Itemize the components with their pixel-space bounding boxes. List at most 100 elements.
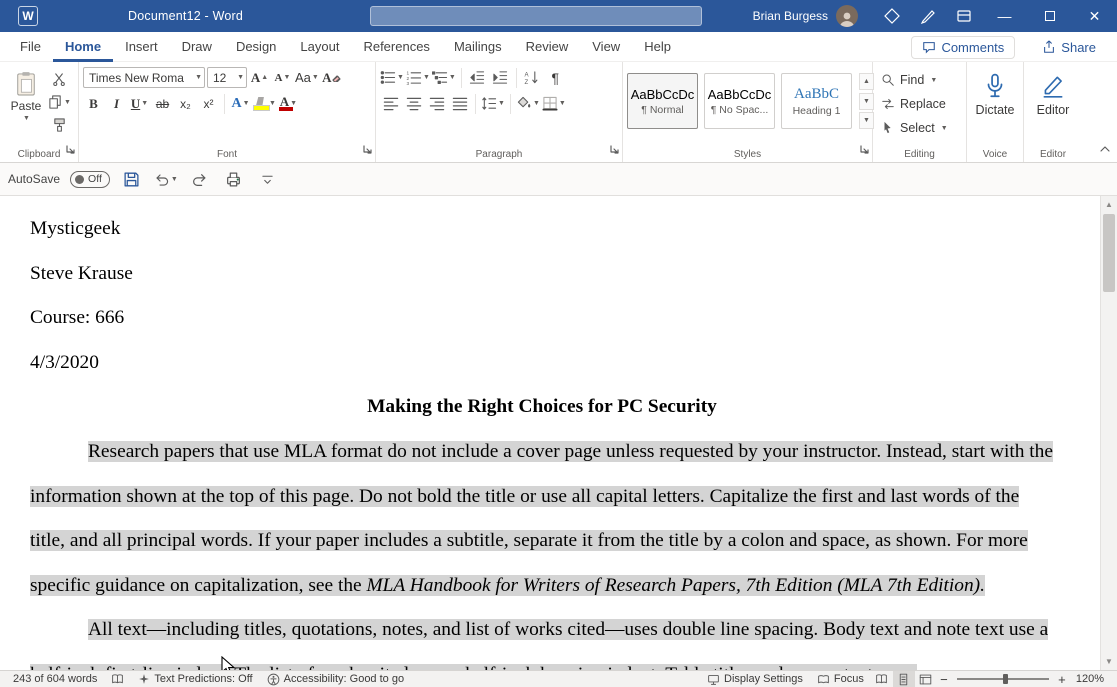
tab-design[interactable]: Design [224, 32, 288, 62]
style-no-spacing[interactable]: AaBbCcDc ¶ No Spac... [704, 73, 775, 129]
accessibility-status[interactable]: Accessibility: Good to go [260, 671, 411, 687]
doc-date-line[interactable]: 4/3/2020 [30, 341, 1054, 386]
numbering-button[interactable]: 123▼ [406, 67, 430, 88]
ribbon-display-options-icon[interactable] [946, 0, 982, 32]
doc-author-line[interactable]: Mysticgeek [30, 207, 1054, 252]
redo-button[interactable] [188, 167, 212, 191]
font-size-combo[interactable]: 12▼ [207, 67, 247, 88]
tab-help[interactable]: Help [632, 32, 683, 62]
tab-references[interactable]: References [351, 32, 441, 62]
font-dialog-launcher[interactable] [363, 141, 372, 159]
comments-button[interactable]: Comments [911, 36, 1015, 59]
zoom-slider-thumb[interactable] [1003, 674, 1008, 684]
paste-button[interactable]: Paste ▼ [4, 67, 48, 139]
show-formatting-marks-button[interactable]: ¶ [545, 67, 566, 88]
doc-paragraph-2[interactable]: All text—including titles, quotations, n… [30, 608, 1054, 670]
tab-review[interactable]: Review [514, 32, 581, 62]
superscript-button[interactable]: x² [198, 93, 219, 114]
account-name[interactable]: Brian Burgess [753, 9, 828, 23]
decrease-indent-button[interactable] [467, 67, 488, 88]
zoom-level[interactable]: 120% [1069, 671, 1111, 687]
strikethrough-button[interactable]: ab [152, 93, 173, 114]
autosave-toggle[interactable]: Off [70, 171, 110, 188]
italic-button[interactable]: I [106, 93, 127, 114]
display-settings-button[interactable]: Display Settings [700, 671, 810, 687]
multilevel-list-button[interactable]: ▼ [432, 67, 456, 88]
collapse-ribbon-button[interactable] [1099, 141, 1111, 159]
tab-view[interactable]: View [580, 32, 632, 62]
line-spacing-button[interactable]: ▼ [481, 93, 505, 114]
sort-button[interactable]: AZ [522, 67, 543, 88]
justify-button[interactable] [449, 93, 470, 114]
align-center-button[interactable] [403, 93, 424, 114]
shrink-font-button[interactable]: A▼ [272, 67, 293, 88]
inking-pen-icon[interactable] [910, 0, 946, 32]
zoom-out-button[interactable]: − [937, 672, 951, 687]
styles-more-button[interactable]: ▼ [859, 112, 874, 129]
text-predictions[interactable]: Text Predictions: Off [131, 671, 259, 687]
customize-qat-button[interactable] [256, 167, 280, 191]
style-heading1[interactable]: AaBbC Heading 1 [781, 73, 852, 129]
cut-button[interactable] [48, 69, 71, 90]
style-normal[interactable]: AaBbCcDc ¶ Normal [627, 73, 698, 129]
change-case-button[interactable]: Aa▼ [295, 67, 319, 88]
styles-scroll-up[interactable]: ▲ [859, 73, 874, 90]
editor-button[interactable]: Editor [1028, 67, 1078, 144]
web-layout-button[interactable] [915, 671, 937, 687]
paragraph-dialog-launcher[interactable] [610, 141, 619, 159]
doc-course-line[interactable]: Course: 666 [30, 296, 1054, 341]
shading-button[interactable]: ▼ [516, 93, 540, 114]
styles-dialog-launcher[interactable] [860, 141, 869, 159]
tab-home[interactable]: Home [53, 32, 113, 62]
read-mode-button[interactable] [871, 671, 893, 687]
font-name-combo[interactable]: Times New Roma▼ [83, 67, 205, 88]
close-button[interactable]: ✕ [1072, 0, 1117, 32]
doc-instructor-line[interactable]: Steve Krause [30, 252, 1054, 297]
bullets-button[interactable]: ▼ [380, 67, 404, 88]
increase-indent-button[interactable] [490, 67, 511, 88]
premium-diamond-icon[interactable] [874, 0, 910, 32]
undo-button[interactable]: ▼ [154, 167, 178, 191]
borders-button[interactable]: ▼ [542, 93, 566, 114]
scrollbar-thumb[interactable] [1103, 214, 1115, 292]
share-button[interactable]: Share [1031, 36, 1107, 59]
maximize-button[interactable] [1027, 0, 1072, 32]
grow-font-button[interactable]: A▲ [249, 67, 270, 88]
save-button[interactable] [120, 167, 144, 191]
select-button[interactable]: Select▼ [877, 117, 952, 139]
align-left-button[interactable] [380, 93, 401, 114]
tab-file[interactable]: File [8, 32, 53, 62]
tab-mailings[interactable]: Mailings [442, 32, 514, 62]
styles-scroll-down[interactable]: ▼ [859, 93, 874, 110]
minimize-button[interactable]: — [982, 0, 1027, 32]
find-button[interactable]: Find▼ [877, 69, 952, 91]
vertical-scrollbar[interactable]: ▲ ▼ [1100, 196, 1117, 670]
text-effects-button[interactable]: A▼ [230, 93, 251, 114]
tab-draw[interactable]: Draw [170, 32, 224, 62]
clear-formatting-button[interactable]: A [321, 67, 342, 88]
bold-button[interactable]: B [83, 93, 104, 114]
doc-title[interactable]: Making the Right Choices for PC Security [30, 385, 1054, 430]
tab-layout[interactable]: Layout [288, 32, 351, 62]
focus-button[interactable]: Focus [810, 671, 871, 687]
scroll-down-arrow[interactable]: ▼ [1101, 653, 1117, 670]
document-page[interactable]: Mysticgeek Steve Krause Course: 666 4/3/… [0, 196, 1100, 670]
font-color-button[interactable]: A▼ [278, 93, 299, 114]
search-box[interactable] [370, 6, 702, 26]
avatar[interactable] [836, 5, 858, 27]
scroll-up-arrow[interactable]: ▲ [1101, 196, 1117, 213]
doc-paragraph-1[interactable]: Research papers that use MLA format do n… [30, 430, 1054, 608]
word-app-icon[interactable]: W [18, 6, 38, 26]
word-count[interactable]: 243 of 604 words [6, 671, 104, 687]
format-painter-button[interactable] [48, 115, 71, 136]
underline-button[interactable]: U▼ [129, 93, 150, 114]
print-button[interactable] [222, 167, 246, 191]
align-right-button[interactable] [426, 93, 447, 114]
highlight-color-button[interactable]: ▼ [253, 93, 276, 114]
proofing-status[interactable] [104, 671, 131, 687]
tab-insert[interactable]: Insert [113, 32, 170, 62]
copy-button[interactable]: ▼ [48, 92, 71, 113]
dictate-button[interactable]: Dictate [971, 67, 1019, 144]
clipboard-dialog-launcher[interactable] [66, 141, 75, 159]
zoom-in-button[interactable]: + [1055, 672, 1069, 687]
